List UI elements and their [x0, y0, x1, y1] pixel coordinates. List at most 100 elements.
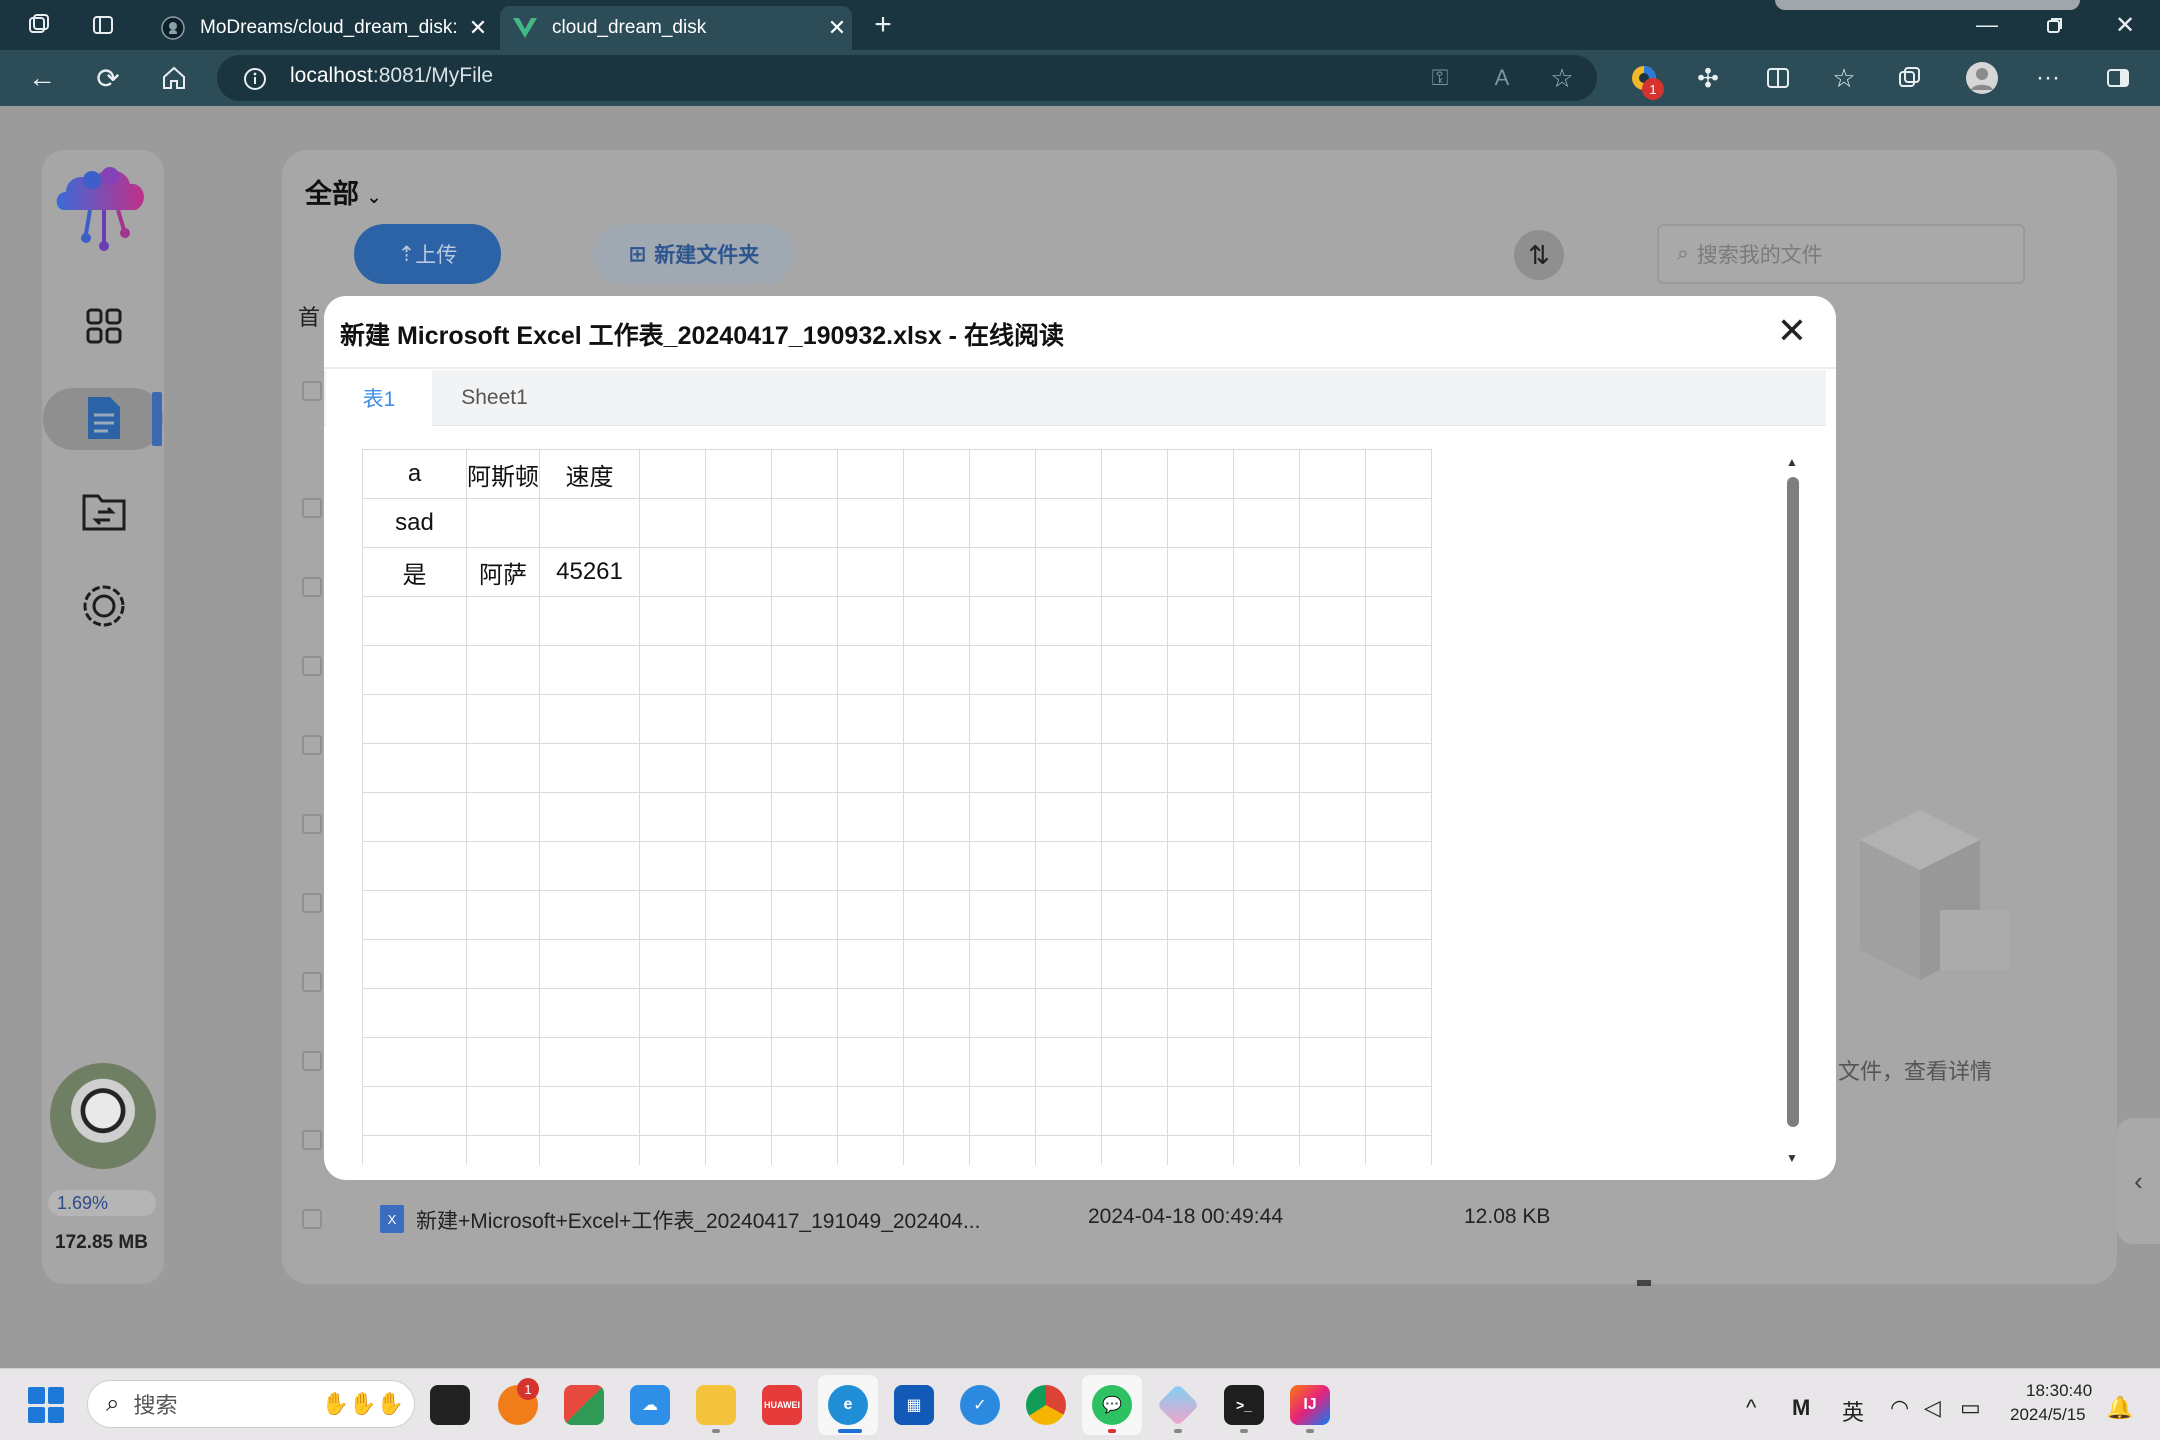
sheet-cell[interactable]	[1035, 1037, 1102, 1087]
sheet-cell[interactable]	[705, 449, 772, 499]
tab-sheet-2[interactable]: Sheet1	[432, 370, 557, 426]
shared-folder-icon[interactable]	[78, 488, 130, 536]
sheet-cell[interactable]	[1101, 792, 1168, 842]
sheet-cell[interactable]	[1365, 596, 1432, 646]
sheet-cell[interactable]	[1233, 1135, 1300, 1165]
sheet-cell[interactable]	[466, 841, 540, 891]
tab-sheet-1[interactable]: 表1	[326, 370, 432, 426]
sheet-cell[interactable]	[639, 939, 706, 989]
sheet-cell[interactable]	[1299, 988, 1366, 1038]
tab-github[interactable]: MoDreams/cloud_dream_disk: · ✕	[148, 6, 493, 50]
sheet-cell[interactable]	[639, 596, 706, 646]
sheet-cell[interactable]	[837, 890, 904, 940]
sheet-cell[interactable]	[705, 596, 772, 646]
sheet-cell[interactable]	[903, 1135, 970, 1165]
sheet-cell[interactable]	[969, 841, 1036, 891]
sheet-cell[interactable]	[837, 449, 904, 499]
favorites-icon[interactable]: ☆	[1826, 60, 1862, 96]
refresh-icon[interactable]: ⟳	[90, 60, 126, 96]
row-checkbox[interactable]	[302, 972, 322, 992]
sheet-cell[interactable]	[837, 1135, 904, 1165]
sheet-cell[interactable]	[903, 939, 970, 989]
sheet-cell[interactable]	[771, 547, 838, 597]
sheet-cell[interactable]	[539, 694, 640, 744]
sheet-cell[interactable]	[1365, 1037, 1432, 1087]
sheet-cell[interactable]	[1101, 841, 1168, 891]
sheet-cell[interactable]	[1167, 449, 1234, 499]
sheet-cell[interactable]	[1035, 743, 1102, 793]
sheet-cell[interactable]	[639, 1135, 706, 1165]
sheet-cell[interactable]	[539, 939, 640, 989]
sheet-cell[interactable]	[539, 1135, 640, 1165]
sheet-cell[interactable]	[1299, 890, 1366, 940]
sheet-cell[interactable]	[639, 792, 706, 842]
task-view-icon[interactable]	[430, 1385, 470, 1425]
sheet-cell[interactable]	[1299, 792, 1366, 842]
sheet-cell[interactable]	[466, 498, 540, 548]
sheet-cell[interactable]	[969, 694, 1036, 744]
sheet-cell[interactable]	[466, 792, 540, 842]
sheet-cell[interactable]	[771, 841, 838, 891]
sheet-cell[interactable]	[705, 645, 772, 695]
sheet-cell[interactable]	[539, 792, 640, 842]
sheet-cell[interactable]	[1365, 498, 1432, 548]
sheet-cell[interactable]	[1035, 547, 1102, 597]
sheet-cell[interactable]	[639, 694, 706, 744]
sheet-cell[interactable]	[639, 547, 706, 597]
sheet-cell[interactable]	[1299, 1135, 1366, 1165]
volume-icon[interactable]: ◁	[1924, 1395, 1941, 1421]
sheet-cell[interactable]	[1233, 939, 1300, 989]
sheet-cell[interactable]	[639, 498, 706, 548]
sheet-cell[interactable]	[1167, 841, 1234, 891]
sort-toggle-button[interactable]: ⇅	[1514, 230, 1564, 280]
key-icon[interactable]: ⚿	[1424, 62, 1456, 94]
sheet-cell[interactable]	[1365, 449, 1432, 499]
sheet-cell[interactable]	[1035, 841, 1102, 891]
sheet-cell[interactable]	[1035, 694, 1102, 744]
close-tab-icon[interactable]: ✕	[463, 15, 493, 41]
sheet-cell[interactable]	[1233, 890, 1300, 940]
close-window-icon[interactable]: ✕	[2108, 8, 2142, 42]
sheet-cell[interactable]	[903, 547, 970, 597]
clock-date[interactable]: 2024/5/15	[2010, 1405, 2086, 1425]
sheet-cell[interactable]	[1167, 890, 1234, 940]
sheet-cell[interactable]	[705, 890, 772, 940]
sheet-cell[interactable]	[837, 694, 904, 744]
scroll-down-icon[interactable]: ▼	[1785, 1151, 1799, 1165]
sheet-cell[interactable]	[362, 988, 467, 1038]
sheet-cell[interactable]: 速度	[539, 449, 640, 499]
sheet-cell[interactable]	[837, 792, 904, 842]
sheet-cell[interactable]	[705, 792, 772, 842]
sheet-cell[interactable]	[1167, 498, 1234, 548]
close-tab-icon[interactable]: ✕	[822, 15, 852, 41]
sheet-cell[interactable]	[466, 939, 540, 989]
sidebar-toggle-icon[interactable]	[2100, 60, 2136, 96]
sheet-cell[interactable]	[1167, 939, 1234, 989]
sheet-cell[interactable]	[969, 743, 1036, 793]
sheet-cell[interactable]	[969, 1037, 1036, 1087]
sheet-cell[interactable]	[1299, 449, 1366, 499]
sheet-cell[interactable]	[903, 890, 970, 940]
favorite-star-icon[interactable]: ☆	[1546, 62, 1578, 94]
sheet-cell[interactable]	[1167, 1135, 1234, 1165]
sheet-cell[interactable]	[539, 988, 640, 1038]
row-checkbox[interactable]	[302, 893, 322, 913]
sheet-cell[interactable]	[539, 841, 640, 891]
profile-avatar-icon[interactable]	[1962, 58, 2002, 98]
sheet-cell[interactable]	[1299, 743, 1366, 793]
sheet-cell[interactable]	[466, 1037, 540, 1087]
meeting-app-icon[interactable]: M	[1792, 1395, 1810, 1421]
settings-gear-icon[interactable]	[76, 578, 132, 634]
sheet-cell[interactable]	[1035, 1135, 1102, 1165]
sheet-cell[interactable]	[539, 498, 640, 548]
sheet-cell[interactable]	[771, 792, 838, 842]
sheet-cell[interactable]	[771, 743, 838, 793]
sheet-cell[interactable]	[1167, 596, 1234, 646]
dashboard-grid-icon[interactable]	[80, 302, 128, 350]
intellij-icon[interactable]: IJ	[1290, 1385, 1330, 1425]
sheet-cell[interactable]	[639, 890, 706, 940]
sheet-cell[interactable]	[771, 1135, 838, 1165]
notifications-bell-icon[interactable]: 🔔	[2106, 1395, 2133, 1421]
back-icon[interactable]: ←	[24, 60, 60, 96]
sheet-cell[interactable]	[969, 939, 1036, 989]
